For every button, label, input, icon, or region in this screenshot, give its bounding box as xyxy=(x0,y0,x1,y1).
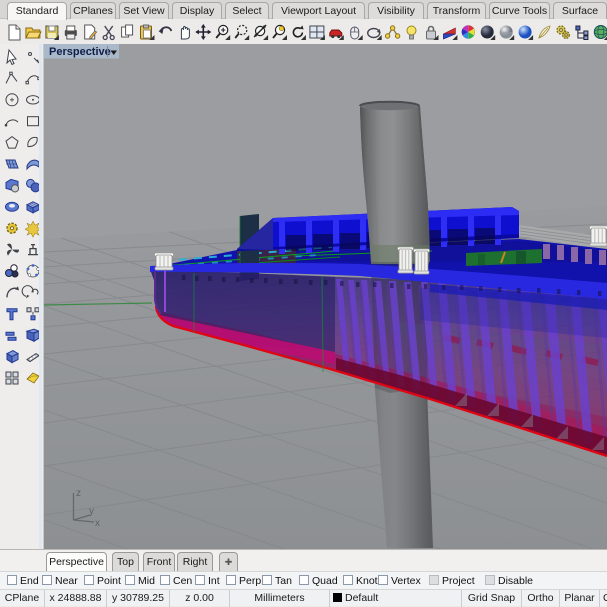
svg-text:x: x xyxy=(95,518,100,529)
svg-text:y: y xyxy=(89,506,94,517)
svg-text:z: z xyxy=(76,488,81,499)
svg-text:Perspective: Perspective xyxy=(49,46,111,58)
